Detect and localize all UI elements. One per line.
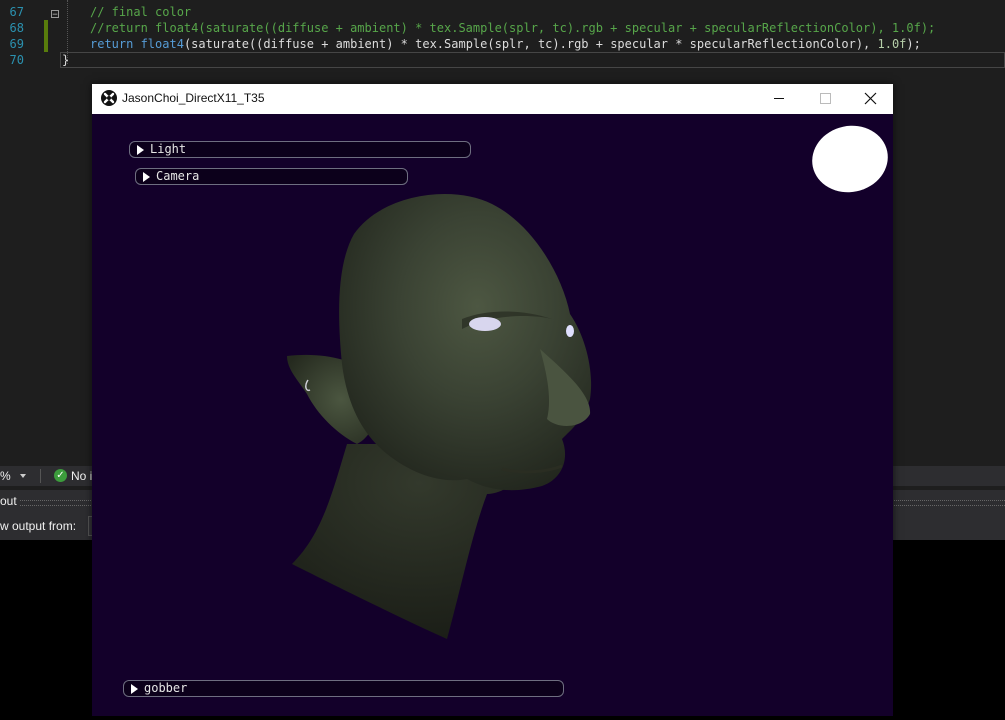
changed-line-marker <box>44 20 48 36</box>
close-button[interactable] <box>848 84 893 114</box>
show-output-from-label: w output from: <box>0 519 77 533</box>
fold-toggle-icon[interactable]: − <box>51 10 59 20</box>
code-token: ); <box>906 37 921 51</box>
close-icon <box>864 92 877 105</box>
minimize-icon <box>774 98 784 99</box>
code-line[interactable]: 69 return float4(saturate((diffuse + ambi… <box>0 36 1005 52</box>
window-title: JasonChoi_DirectX11_T35 <box>122 91 265 105</box>
code-token: return <box>90 37 141 51</box>
code-text: return float4(saturate((diffuse + ambien… <box>90 36 921 52</box>
left-eye <box>469 317 501 331</box>
minimize-button[interactable] <box>756 84 802 114</box>
app-icon <box>101 90 117 106</box>
code-line[interactable]: 67 − // final color <box>0 4 1005 20</box>
code-text: } <box>62 52 69 68</box>
code-token: //return float4(saturate((diffuse + ambi… <box>90 21 936 35</box>
line-number: 70 <box>9 53 24 67</box>
code-line[interactable]: 68 //return float4(saturate((diffuse + am… <box>0 20 1005 36</box>
output-title: out <box>0 494 17 508</box>
line-number: 69 <box>9 37 24 51</box>
window-titlebar[interactable]: JasonChoi_DirectX11_T35 <box>92 84 893 114</box>
maximize-button[interactable] <box>802 84 848 114</box>
dx11-app-window[interactable]: JasonChoi_DirectX11_T35 Light Camera gob… <box>92 84 893 716</box>
code-token: 1.0f <box>877 37 907 51</box>
code-text: //return float4(saturate((diffuse + ambi… <box>90 20 935 36</box>
maximize-icon <box>820 93 831 104</box>
goblin-head-model <box>287 194 592 639</box>
zoom-level[interactable]: % <box>0 469 11 483</box>
render-viewport[interactable]: Light Camera gobber <box>92 114 893 716</box>
changed-line-marker <box>44 36 48 52</box>
code-text: // final color <box>90 4 191 20</box>
issues-status[interactable]: No i <box>71 469 92 483</box>
line-number: 68 <box>9 21 24 35</box>
code-token: float4 <box>140 37 184 51</box>
check-circle-icon: ✓ <box>54 469 67 482</box>
code-token: (saturate((diffuse + ambient) * tex.Samp… <box>183 37 878 51</box>
code-line[interactable]: 70} <box>0 52 1005 68</box>
divider <box>40 469 41 483</box>
zoom-dropdown-icon[interactable] <box>20 474 26 478</box>
right-eye <box>566 325 574 337</box>
code-token: } <box>62 53 70 67</box>
code-token: // final color <box>90 5 192 19</box>
line-number: 67 <box>9 5 24 19</box>
